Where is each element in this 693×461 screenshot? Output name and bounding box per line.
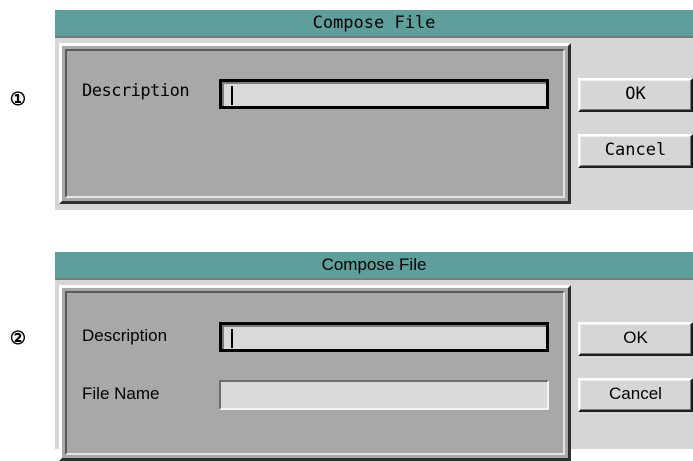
ok-button[interactable]: OK (578, 322, 693, 356)
file-name-input[interactable] (221, 382, 547, 408)
fields-panel: Description (59, 43, 571, 204)
description-field[interactable] (219, 79, 549, 109)
text-caret (231, 86, 233, 105)
ok-button[interactable]: OK (578, 78, 693, 112)
panel-bevel (65, 49, 565, 198)
description-label: Description (82, 326, 168, 345)
file-name-field[interactable] (219, 380, 549, 410)
fields-panel: Description File Name (59, 285, 571, 461)
text-caret (231, 329, 233, 348)
dialog-title[interactable]: Compose File (55, 252, 693, 280)
step-marker-1: ① (9, 89, 27, 110)
compose-file-dialog-1: Compose File Description OK Cancel (55, 10, 693, 210)
dialog-title[interactable]: Compose File (55, 10, 693, 38)
panel-bevel (65, 291, 565, 455)
step-marker-2: ② (9, 328, 27, 349)
compose-file-dialog-2: Compose File Description File Name OK Ca… (55, 252, 693, 461)
cancel-button[interactable]: Cancel (578, 378, 693, 412)
description-input[interactable] (222, 82, 546, 106)
description-label: Description (82, 81, 190, 101)
description-input[interactable] (222, 325, 546, 349)
description-field[interactable] (219, 322, 549, 352)
file-name-label: File Name (82, 384, 160, 403)
cancel-button[interactable]: Cancel (578, 134, 693, 168)
